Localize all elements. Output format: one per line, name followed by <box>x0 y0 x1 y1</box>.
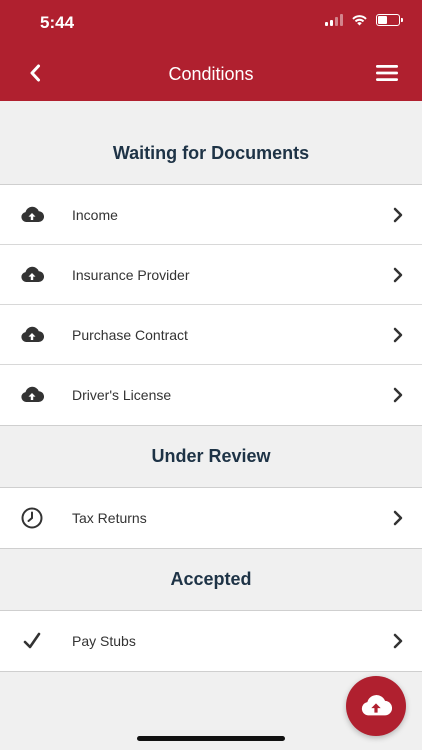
page-title: Conditions <box>168 64 254 84</box>
header: 5:44 Conditions <box>0 0 422 101</box>
wifi-icon <box>352 15 367 26</box>
cloud-upload-icon <box>361 695 392 716</box>
list-item-purchase-contract[interactable]: Purchase Contract <box>0 305 422 365</box>
chevron-right-icon <box>392 207 404 223</box>
accepted-list: Pay Stubs <box>0 610 422 672</box>
list-item-label: Insurance Provider <box>72 266 190 283</box>
list-item-label: Tax Returns <box>72 510 147 526</box>
list-item-drivers-license[interactable]: Driver's License <box>0 365 422 425</box>
chevron-right-icon <box>392 327 404 343</box>
chevron-right-icon <box>392 267 404 283</box>
section-title-under-review: Under Review <box>151 446 271 466</box>
list-item-label: Income <box>72 206 118 223</box>
list-item-label: Pay Stubs <box>72 633 136 649</box>
home-indicator <box>137 736 285 741</box>
list-item-label: Purchase Contract <box>72 326 188 343</box>
checkmark-icon <box>20 629 44 653</box>
chevron-right-icon <box>392 510 404 526</box>
clock-icon <box>20 506 44 530</box>
battery-icon <box>376 14 403 26</box>
list-item-income[interactable]: Income <box>0 185 422 245</box>
cloud-upload-icon <box>20 323 44 347</box>
cloud-upload-icon <box>20 383 44 407</box>
list-item-label: Driver's License <box>72 387 172 403</box>
signal-icon <box>325 14 343 26</box>
list-item-insurance-provider[interactable]: Insurance Provider <box>0 245 422 305</box>
section-title-accepted: Accepted <box>170 569 252 589</box>
under-review-list: Tax Returns <box>0 487 422 549</box>
cloud-upload-icon <box>20 263 44 287</box>
hamburger-menu-icon <box>376 65 398 81</box>
status-icons <box>325 14 403 26</box>
app-screen: 5:44 Conditions Waiting for Documents In… <box>0 0 422 750</box>
list-item-pay-stubs[interactable]: Pay Stubs <box>0 611 422 671</box>
waiting-documents-list: Income Insurance Provider Purchase Contr… <box>0 184 422 426</box>
chevron-right-icon <box>392 387 404 403</box>
chevron-right-icon <box>392 633 404 649</box>
status-time: 5:44 <box>40 13 75 32</box>
cloud-upload-icon <box>20 203 44 227</box>
list-item-tax-returns[interactable]: Tax Returns <box>0 488 422 548</box>
section-title-waiting: Waiting for Documents <box>112 143 310 163</box>
menu-button[interactable] <box>372 60 402 86</box>
upload-fab-button[interactable] <box>346 676 406 736</box>
